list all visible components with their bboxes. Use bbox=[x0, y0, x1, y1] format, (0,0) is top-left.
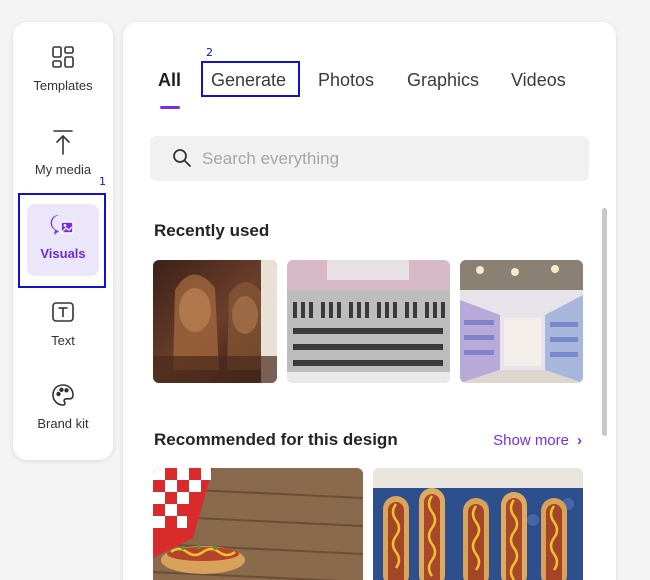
sidebar-item-visuals[interactable]: Visuals bbox=[27, 204, 99, 276]
palette-icon bbox=[13, 382, 113, 410]
visuals-icon bbox=[27, 212, 99, 240]
recommended-thumbnail-hotdog-picnic[interactable] bbox=[153, 468, 363, 580]
visuals-panel: All Generate Photos Graphics Videos Rece… bbox=[123, 22, 616, 580]
sidebar-item-label: Brand kit bbox=[37, 416, 89, 431]
recommended-heading: Recommended for this design bbox=[154, 430, 398, 449]
upload-icon bbox=[13, 128, 113, 156]
tab-photos[interactable]: Photos bbox=[318, 70, 374, 91]
annotation-number: 2 bbox=[206, 46, 213, 59]
annotation-number: 1 bbox=[99, 175, 106, 188]
recent-thumbnail-cosmetics-display[interactable] bbox=[287, 260, 450, 383]
side-rail: Templates My media Visuals Text Brand ki… bbox=[13, 22, 113, 460]
templates-icon bbox=[13, 44, 113, 72]
search-icon bbox=[172, 148, 192, 173]
sidebar-item-templates[interactable]: Templates bbox=[13, 44, 113, 93]
recently-used-heading: Recently used bbox=[154, 221, 270, 240]
tab-generate[interactable]: Generate bbox=[211, 70, 286, 91]
sidebar-item-label: Text bbox=[51, 333, 75, 348]
sidebar-item-label: Templates bbox=[33, 78, 93, 93]
sidebar-item-my-media[interactable]: My media bbox=[13, 128, 113, 177]
text-icon bbox=[13, 299, 113, 327]
sidebar-item-brand-kit[interactable]: Brand kit bbox=[13, 382, 113, 431]
recent-thumbnail-women-makeup[interactable] bbox=[153, 260, 277, 383]
show-more-label: Show more bbox=[493, 432, 569, 449]
sidebar-item-label: My media bbox=[34, 162, 92, 177]
tab-all[interactable]: All bbox=[158, 70, 181, 91]
search-bar[interactable] bbox=[150, 136, 589, 181]
recent-thumbnail-store-aisle[interactable] bbox=[460, 260, 583, 383]
show-more-link[interactable]: Show more › bbox=[493, 432, 582, 449]
panel-scrollbar[interactable] bbox=[602, 208, 607, 436]
search-input[interactable] bbox=[202, 136, 572, 181]
sidebar-item-text[interactable]: Text bbox=[13, 299, 113, 348]
sidebar-item-label: Visuals bbox=[40, 246, 86, 261]
active-tab-indicator bbox=[160, 106, 180, 109]
tab-graphics[interactable]: Graphics bbox=[407, 70, 479, 91]
recommended-thumbnail-hotdogs-tray[interactable] bbox=[373, 468, 583, 580]
tab-videos[interactable]: Videos bbox=[511, 70, 566, 91]
chevron-right-icon: › bbox=[577, 432, 582, 449]
